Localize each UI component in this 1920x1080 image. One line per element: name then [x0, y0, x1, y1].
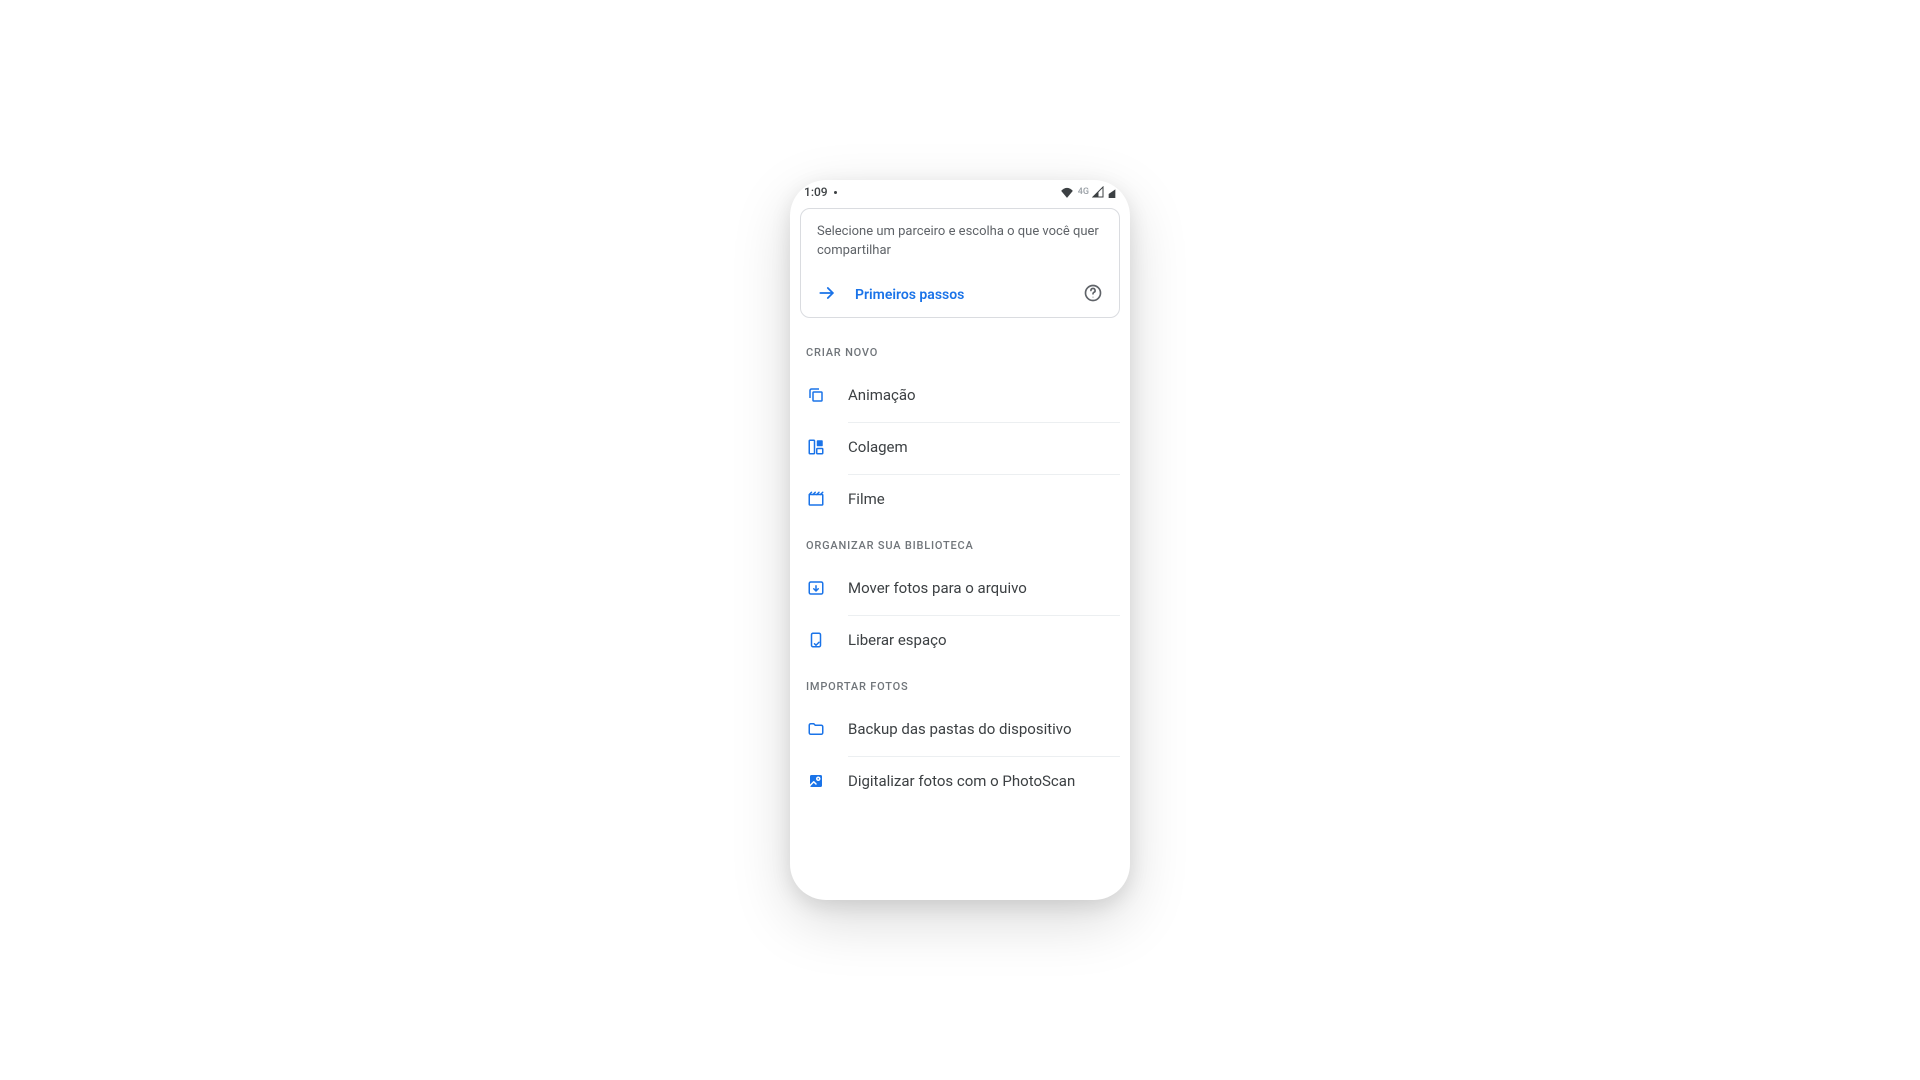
photoscan-icon — [806, 772, 826, 790]
screen-content: Selecione um parceiro e escolha o que vo… — [790, 204, 1130, 900]
status-time: 1:09 — [804, 185, 828, 199]
folder-icon — [806, 720, 826, 738]
card-subtitle: Selecione um parceiro e escolha o que vo… — [817, 223, 1103, 261]
row-label: Backup das pastas do dispositivo — [848, 705, 1120, 753]
row-free-space[interactable]: Liberar espaço — [800, 614, 1120, 666]
free-space-icon — [806, 631, 826, 649]
row-movie[interactable]: Filme — [800, 473, 1120, 525]
status-dot — [834, 191, 837, 194]
row-archive[interactable]: Mover fotos para o arquivo — [800, 562, 1120, 614]
help-icon[interactable] — [1083, 283, 1103, 307]
section-title-create: CRIAR NOVO — [800, 332, 1120, 369]
animation-icon — [806, 386, 826, 404]
cell-signal-icon — [1092, 186, 1104, 198]
section-organize: Mover fotos para o arquivo Liberar espaç… — [800, 562, 1120, 666]
section-title-organize: ORGANIZAR SUA BIBLIOTECA — [800, 525, 1120, 562]
section-title-import: IMPORTAR FOTOS — [800, 666, 1120, 703]
row-photoscan[interactable]: Digitalizar fotos com o PhotoScan — [800, 755, 1120, 807]
arrow-right-icon — [817, 283, 837, 307]
row-label: Liberar espaço — [848, 615, 1120, 664]
row-label: Colagem — [848, 422, 1120, 471]
row-label: Digitalizar fotos com o PhotoScan — [848, 756, 1120, 805]
movie-icon — [806, 490, 826, 508]
row-animation[interactable]: Animação — [800, 369, 1120, 421]
battery-icon — [1108, 186, 1116, 198]
row-label: Animação — [848, 371, 1120, 419]
wifi-icon — [1060, 186, 1074, 198]
section-import: Backup das pastas do dispositivo Digital… — [800, 703, 1120, 807]
partner-share-card: Selecione um parceiro e escolha o que vo… — [800, 208, 1120, 318]
collage-icon — [806, 438, 826, 456]
row-backup-folders[interactable]: Backup das pastas do dispositivo — [800, 703, 1120, 755]
row-label: Mover fotos para o arquivo — [848, 564, 1120, 612]
phone-frame: 1:09 4G Selecione um parceiro e escolha … — [790, 180, 1130, 900]
section-create: Animação Colagem Filme — [800, 369, 1120, 525]
row-label: Filme — [848, 474, 1120, 523]
row-collage[interactable]: Colagem — [800, 421, 1120, 473]
status-bar: 1:09 4G — [790, 180, 1130, 204]
archive-icon — [806, 579, 826, 597]
first-steps-button[interactable]: Primeiros passos — [855, 287, 964, 303]
network-label: 4G — [1078, 187, 1089, 197]
